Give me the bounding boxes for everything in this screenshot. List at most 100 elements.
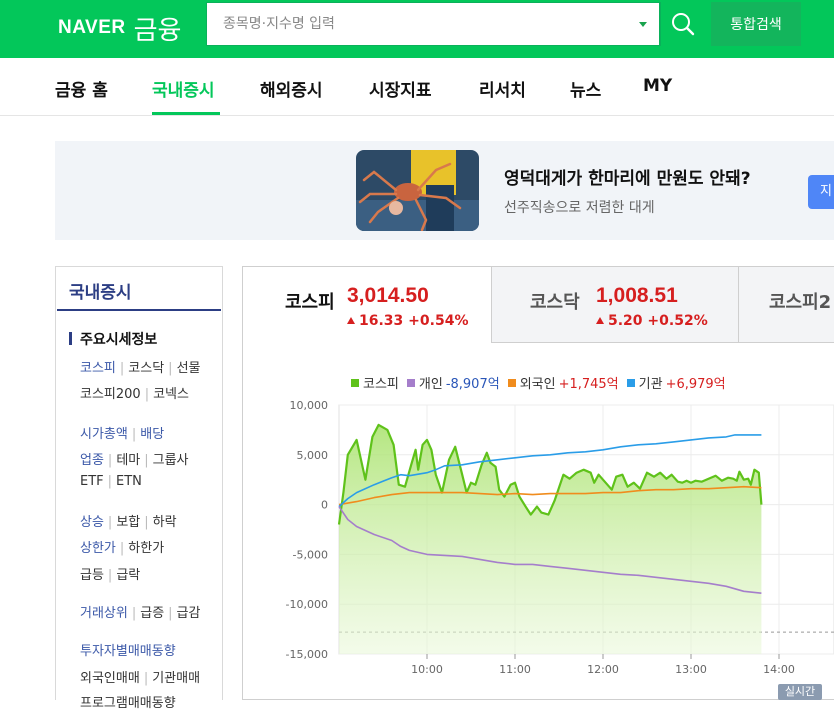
tab-research[interactable]: 리서치 bbox=[479, 76, 526, 101]
search-icon bbox=[672, 13, 695, 36]
y-tick-label: -10,000 bbox=[286, 598, 328, 611]
tab-overseas-stocks[interactable]: 해외증시 bbox=[260, 76, 323, 101]
legend-swatch bbox=[626, 379, 635, 387]
sidebar-link-row: 거래상위 | 급증 | 급감 bbox=[80, 602, 200, 621]
sidebar-link-row: 시가총액 | 배당 bbox=[80, 423, 164, 442]
search-box bbox=[206, 2, 660, 46]
separator: | bbox=[107, 474, 113, 489]
sidebar-link[interactable]: 코스피200 bbox=[80, 387, 141, 402]
sidebar-link[interactable]: 상승 bbox=[80, 515, 104, 530]
sidebar-link[interactable]: 테마 bbox=[116, 453, 140, 468]
unified-search-button[interactable]: 통합검색 bbox=[711, 2, 801, 46]
index-tab-kospi[interactable]: 코스피 3,014.50 16.33 +0.54% bbox=[243, 267, 491, 343]
sidebar-link[interactable]: 그룹사 bbox=[153, 453, 189, 468]
banner-action-button[interactable]: 지 bbox=[808, 175, 834, 209]
sidebar-link[interactable]: 급등 bbox=[80, 568, 104, 583]
sidebar-link[interactable]: 급감 bbox=[177, 606, 201, 621]
x-tick-label: 13:00 bbox=[675, 663, 707, 676]
tab-my[interactable]: MY bbox=[643, 76, 672, 96]
separator: | bbox=[144, 515, 149, 530]
sidebar-link[interactable]: 거래상위 bbox=[80, 606, 128, 621]
naver-finance-logo[interactable]: NAVER 금융 bbox=[58, 10, 181, 46]
sidebar-link[interactable]: 하한가 bbox=[128, 541, 164, 556]
separator: | bbox=[168, 361, 173, 376]
sidebar-link-row: 외국인매매 | 기관매매 bbox=[80, 667, 200, 686]
sidebar-link-row: ETF | ETN bbox=[80, 474, 142, 489]
up-arrow-icon bbox=[347, 317, 355, 324]
sidebar-link[interactable]: 코넥스 bbox=[153, 387, 189, 402]
index-change: 16.33 +0.54% bbox=[347, 313, 468, 329]
sidebar-link-row: 프로그램매매동향 bbox=[80, 692, 176, 711]
separator: | bbox=[119, 361, 125, 376]
realtime-badge[interactable]: 실시간 bbox=[778, 684, 822, 700]
tab-domestic-stocks[interactable]: 국내증시 bbox=[152, 76, 215, 101]
x-tick-label: 14:00 bbox=[763, 663, 795, 676]
sidebar-link[interactable]: ETF bbox=[80, 474, 104, 489]
banner-title[interactable]: 영덕대게가 한마리에 만원도 안돼? bbox=[504, 164, 751, 189]
sidebar-link[interactable]: 프로그램매매동향 bbox=[80, 696, 176, 711]
tab-news[interactable]: 뉴스 bbox=[570, 76, 601, 101]
sidebar: 국내증시 주요시세정보 코스피 | 코스닥 | 선물 코스피200 | 코넥스 시가총액 | 배당 업… bbox=[55, 266, 223, 711]
sidebar-link[interactable]: 하락 bbox=[153, 515, 177, 530]
sidebar-link[interactable]: 선물 bbox=[177, 361, 201, 376]
up-arrow-icon bbox=[596, 317, 604, 324]
index-value: 3,014.50 bbox=[347, 284, 429, 307]
sidebar-link[interactable]: 배당 bbox=[140, 427, 164, 442]
index-name: 코스피 bbox=[285, 292, 335, 313]
top-bar: NAVER 금융 통합검색 bbox=[0, 0, 834, 58]
tab-finance-home[interactable]: 금융 홈 bbox=[55, 76, 108, 101]
search-input[interactable] bbox=[207, 3, 643, 45]
banner-subtitle: 선주직송으로 저렴한 대게 bbox=[504, 200, 655, 216]
sidebar-link[interactable]: 기관매매 bbox=[152, 671, 200, 686]
sidebar-link[interactable]: 급증 bbox=[140, 606, 164, 621]
separator: | bbox=[144, 387, 150, 402]
tab-market-indicators[interactable]: 시장지표 bbox=[369, 76, 432, 101]
legend-swatch bbox=[507, 379, 516, 387]
autocomplete-toggle-icon[interactable] bbox=[639, 22, 647, 27]
sidebar-link[interactable]: 보합 bbox=[116, 515, 140, 530]
separator: | bbox=[143, 671, 149, 686]
sidebar-link-row: 급등 | 급락 bbox=[80, 564, 140, 583]
search-button[interactable] bbox=[660, 2, 704, 46]
sidebar-link[interactable]: 투자자별매매동향 bbox=[80, 644, 176, 659]
sidebar-link[interactable]: 시가총액 bbox=[80, 427, 128, 442]
separator: | bbox=[131, 606, 137, 621]
separator: | bbox=[131, 427, 137, 442]
index-name: 코스피2 bbox=[769, 292, 832, 313]
sidebar-title[interactable]: 국내증시 bbox=[57, 267, 221, 311]
intraday-chart: 10,000 5,000 0 -5,000 -10,000 -15,000 10:00 11:… bbox=[286, 399, 834, 676]
sidebar-link-row: 상승 | 보합 | 하락 bbox=[80, 511, 177, 530]
ad-banner[interactable]: 영덕대게가 한마리에 만원도 안돼? 선주직송으로 저렴한 대게 지 bbox=[55, 141, 834, 240]
index-value: 1,008.51 bbox=[596, 284, 678, 307]
separator: | bbox=[107, 453, 113, 468]
y-tick-label: -5,000 bbox=[293, 548, 328, 561]
logo-service: 금융 bbox=[133, 15, 182, 46]
sidebar-link[interactable]: 급락 bbox=[116, 568, 140, 583]
sidebar-link-row: 투자자별매매동향 bbox=[80, 640, 176, 659]
separator: | bbox=[107, 515, 113, 530]
separator: | bbox=[119, 541, 125, 556]
sidebar-link[interactable]: 상한가 bbox=[80, 541, 116, 556]
banner-image[interactable] bbox=[356, 150, 479, 231]
sidebar-section-title: 주요시세정보 bbox=[80, 332, 158, 348]
legend-swatch bbox=[351, 379, 359, 387]
sidebar-link[interactable]: 코스닥 bbox=[128, 361, 164, 376]
y-tick-label: 10,000 bbox=[290, 399, 329, 412]
sidebar-link-row: 업종 | 테마 | 그룹사 bbox=[80, 449, 189, 468]
logo-brand: NAVER bbox=[58, 17, 126, 38]
y-tick-label: 0 bbox=[321, 499, 328, 512]
separator: | bbox=[107, 568, 113, 583]
x-tick-label: 12:00 bbox=[587, 663, 619, 676]
section-bullet bbox=[69, 332, 72, 345]
sidebar-link[interactable]: ETN bbox=[116, 474, 142, 489]
index-tab-kosdaq[interactable]: 코스닥 1,008.51 5.20 +0.52% bbox=[491, 267, 738, 343]
index-tab-kospi200[interactable]: 코스피2 bbox=[738, 267, 834, 343]
sidebar-link-row: 코스피 | 코스닥 | 선물 bbox=[80, 357, 200, 376]
separator: | bbox=[168, 606, 173, 621]
separator: | bbox=[144, 453, 149, 468]
sidebar-link[interactable]: 외국인매매 bbox=[80, 671, 140, 686]
sidebar-link[interactable]: 코스피 bbox=[80, 361, 116, 376]
sidebar-link[interactable]: 업종 bbox=[80, 453, 104, 468]
index-change: 5.20 +0.52% bbox=[596, 313, 708, 329]
sidebar-link-row: 코스피200 | 코넥스 bbox=[80, 383, 189, 402]
